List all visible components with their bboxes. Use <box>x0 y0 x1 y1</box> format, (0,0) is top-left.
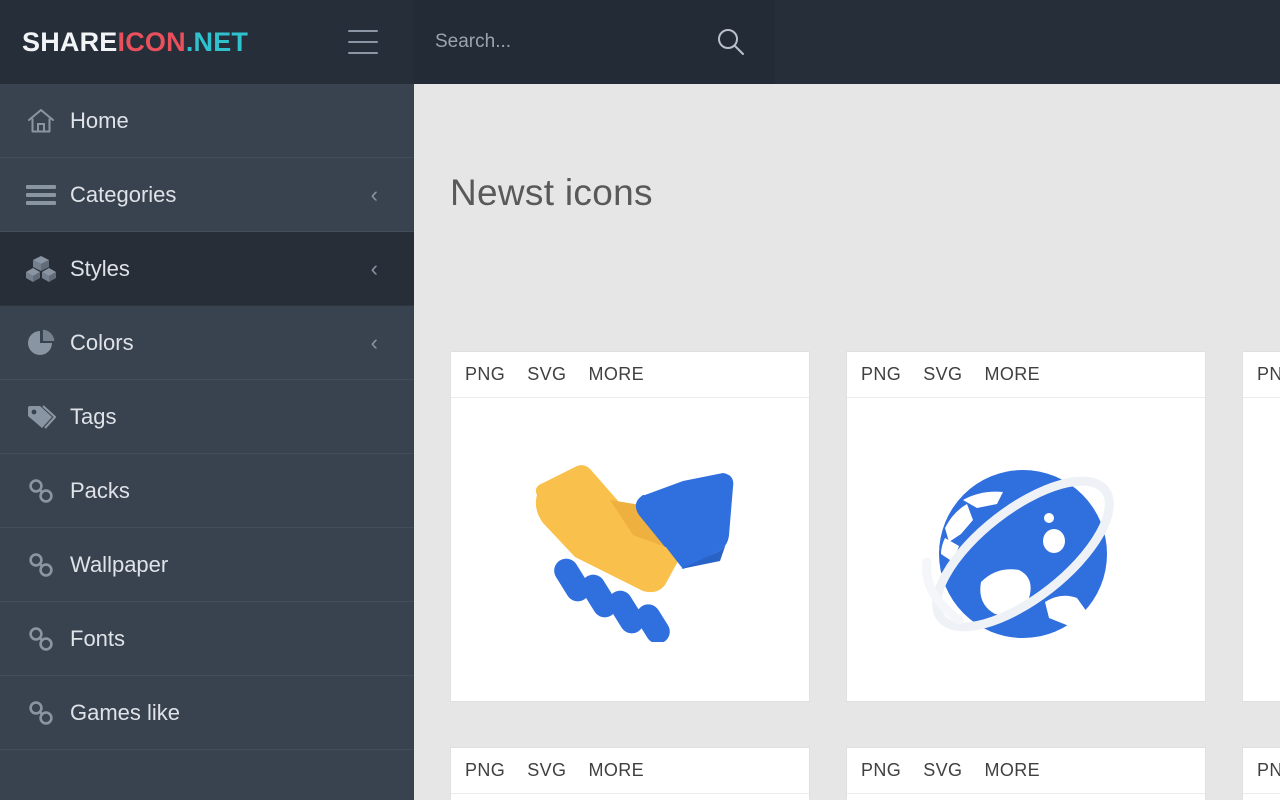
format-more-link[interactable]: MORE <box>984 760 1040 781</box>
icon-card[interactable]: PNG SVG MORE <box>450 351 810 702</box>
sidebar-item-label: Wallpaper <box>70 551 169 577</box>
icon-card[interactable]: PNG SVG MORE <box>1242 747 1280 800</box>
logo-part-icon: ICON <box>117 26 186 57</box>
icon-card[interactable]: PNG SVG MORE <box>1242 351 1280 702</box>
format-svg-link[interactable]: SVG <box>923 760 962 781</box>
card-preview <box>451 398 809 701</box>
chevron-left-icon[interactable]: ‹ <box>371 183 378 206</box>
format-svg-link[interactable]: SVG <box>923 364 962 385</box>
format-svg-link[interactable]: SVG <box>527 760 566 781</box>
card-format-bar: PNG SVG MORE <box>847 352 1205 398</box>
cubes-icon <box>18 255 64 283</box>
icon-card[interactable]: PNG SVG MORE <box>846 351 1206 702</box>
logo-part-share: SHARE <box>22 26 118 57</box>
hamburger-bar-1 <box>348 30 378 32</box>
search-icon[interactable] <box>715 26 747 58</box>
sidebar-item-label: Tags <box>70 403 117 429</box>
sidebar-item-wallpaper[interactable]: Wallpaper <box>0 528 414 602</box>
logo-part-net: .NET <box>185 26 249 57</box>
tag-icon <box>18 404 64 430</box>
link-icon <box>18 552 64 578</box>
format-more-link[interactable]: MORE <box>588 760 644 781</box>
sidebar-item-label: Fonts <box>70 625 126 651</box>
card-format-bar: PNG SVG MORE <box>451 352 809 398</box>
logo-block: SHAREICON.NET <box>0 0 414 84</box>
icon-card[interactable]: PNG SVG MORE <box>450 747 810 800</box>
globe-icon <box>921 470 1114 638</box>
card-format-bar: PNG SVG MORE <box>1243 352 1280 398</box>
sidebar-item-label: Styles <box>70 255 130 281</box>
sidebar-item-label: Categories <box>70 181 177 207</box>
sidebar-item-label: Home <box>70 107 129 133</box>
page-root: SHAREICON.NET HomeCategories‹Styles‹Colo… <box>0 0 1280 800</box>
sidebar-item-styles[interactable]: Styles ‹ <box>0 232 414 306</box>
sidebar-item-colors[interactable]: Colors ‹ <box>0 306 414 380</box>
sidebar-item-games-like[interactable]: Games like <box>0 676 414 750</box>
chevron-left-icon[interactable]: ‹ <box>371 257 378 280</box>
card-preview <box>451 794 809 800</box>
format-png-link[interactable]: PNG <box>1257 364 1280 385</box>
home-icon <box>18 106 64 136</box>
format-png-link[interactable]: PNG <box>861 364 901 385</box>
link-icon <box>18 700 64 726</box>
card-preview <box>1243 398 1280 701</box>
top-header: SHAREICON.NET <box>0 0 1280 84</box>
card-format-bar: PNG SVG MORE <box>451 748 809 794</box>
search-bar[interactable] <box>414 0 775 84</box>
sidebar-item-label: Packs <box>70 477 130 503</box>
sidebar-item-tags[interactable]: Tags <box>0 380 414 454</box>
card-preview <box>847 398 1205 701</box>
chevron-left-icon[interactable]: ‹ <box>371 331 378 354</box>
sidebar-item-categories[interactable]: Categories ‹ <box>0 158 414 232</box>
format-png-link[interactable]: PNG <box>465 760 505 781</box>
format-more-link[interactable]: MORE <box>984 364 1040 385</box>
format-png-link[interactable]: PNG <box>1257 760 1280 781</box>
format-png-link[interactable]: PNG <box>465 364 505 385</box>
sidebar-nav: Home Categories ‹ Styles ‹ Colors ‹ Tags Packs Wa… <box>0 84 414 800</box>
sidebar-item-packs[interactable]: Packs <box>0 454 414 528</box>
format-more-link[interactable]: MORE <box>588 364 644 385</box>
icon-card[interactable]: PNG SVG MORE <box>846 747 1206 800</box>
hamburger-bar-3 <box>348 52 378 54</box>
sidebar-item-label: Games like <box>70 699 181 725</box>
link-icon <box>18 478 64 504</box>
card-format-bar: PNG SVG MORE <box>847 748 1205 794</box>
hamburger-icon[interactable] <box>348 30 378 54</box>
card-format-bar: PNG SVG MORE <box>1243 748 1280 794</box>
search-input[interactable] <box>435 22 685 62</box>
page-title: Newst icons <box>450 172 653 213</box>
list-icon <box>18 184 64 206</box>
format-svg-link[interactable]: SVG <box>527 364 566 385</box>
format-png-link[interactable]: PNG <box>861 760 901 781</box>
hamburger-bar-2 <box>348 41 378 43</box>
link-icon <box>18 626 64 652</box>
sidebar-item-fonts[interactable]: Fonts <box>0 602 414 676</box>
card-preview <box>1243 794 1280 800</box>
main-content: Newst icons PNG SVG MORE PNG SVG MORE PN… <box>414 84 1280 800</box>
sidebar-item-home[interactable]: Home <box>0 84 414 158</box>
site-logo[interactable]: SHAREICON.NET <box>22 27 248 58</box>
handshake-icon <box>535 465 734 642</box>
card-preview <box>847 794 1205 800</box>
sidebar-item-label: Colors <box>70 329 134 355</box>
pie-chart-icon <box>18 329 64 357</box>
